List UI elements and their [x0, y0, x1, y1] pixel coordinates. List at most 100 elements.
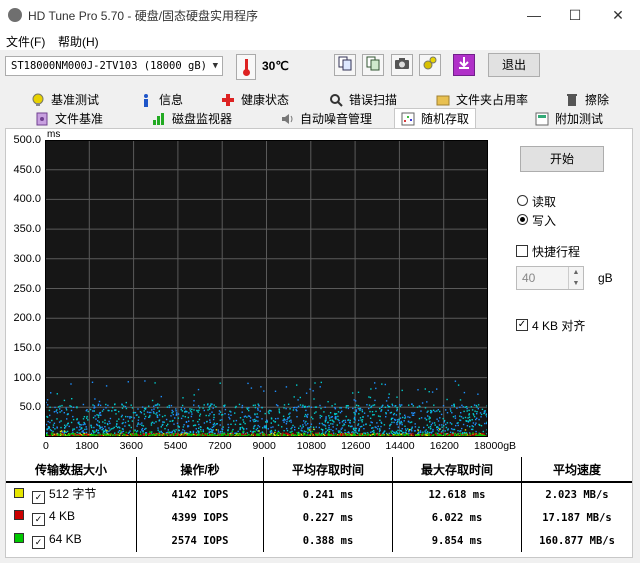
data-point	[357, 423, 360, 425]
data-point	[344, 421, 347, 423]
tab-file-benchmark[interactable]: 文件基准	[35, 110, 103, 129]
data-point	[329, 419, 331, 421]
data-point	[445, 423, 447, 426]
save-icon[interactable]	[453, 54, 475, 76]
data-point	[343, 424, 346, 426]
menu-file[interactable]: 文件(F)	[6, 33, 45, 50]
tab-extra-tests[interactable]: 附加测试	[535, 110, 603, 129]
data-point	[202, 430, 204, 433]
copy-info-icon[interactable]	[334, 54, 356, 76]
data-point	[102, 408, 105, 411]
data-point	[319, 386, 321, 388]
data-point	[170, 404, 173, 407]
data-point	[391, 421, 393, 424]
quick-stroke-checkbox[interactable]	[516, 245, 528, 257]
data-point	[419, 405, 421, 408]
data-point	[436, 426, 438, 429]
data-point	[288, 420, 291, 422]
data-point	[274, 429, 276, 431]
data-point	[194, 433, 197, 435]
data-point	[94, 398, 96, 400]
data-point	[344, 431, 346, 434]
spin-up-icon[interactable]: ▲	[568, 267, 583, 278]
copy-screenshot-icon[interactable]	[362, 54, 384, 76]
camera-icon[interactable]	[391, 54, 413, 76]
data-point	[422, 433, 424, 435]
data-point	[121, 407, 124, 409]
menu-help[interactable]: 帮助(H)	[58, 33, 99, 50]
tab-info[interactable]: 信息	[139, 91, 183, 110]
data-point	[170, 415, 172, 417]
data-point	[243, 421, 245, 423]
read-radio[interactable]	[517, 195, 528, 206]
drive-select[interactable]: ST18000NM000J-2TV103 (18000 gB) ▼	[5, 56, 223, 76]
data-point	[103, 430, 105, 432]
row-checkbox[interactable]: ✓	[32, 513, 45, 526]
data-point	[213, 404, 215, 406]
minimize-button[interactable]: —	[519, 5, 549, 25]
data-point	[180, 417, 183, 420]
row-checkbox[interactable]: ✓	[32, 491, 45, 504]
stroke-size-input[interactable]: 40 ▲ ▼	[516, 266, 584, 290]
tab-error-scan[interactable]: 错误扫描	[329, 91, 397, 110]
data-point	[103, 434, 106, 436]
disk-monitor-icon	[152, 112, 166, 126]
data-point	[121, 432, 123, 435]
data-point	[463, 410, 465, 413]
tab-benchmark[interactable]: 基准测试	[31, 91, 99, 110]
data-point	[475, 422, 477, 424]
toolbar: ST18000NM000J-2TV103 (18000 gB) ▼ 30℃ 退出	[0, 50, 640, 86]
data-point	[151, 409, 153, 411]
data-point	[221, 419, 223, 421]
data-point	[391, 404, 394, 407]
data-point	[312, 426, 315, 428]
data-point	[141, 424, 143, 426]
data-point	[234, 406, 237, 409]
start-button[interactable]: 开始	[520, 146, 604, 172]
data-point	[177, 413, 180, 415]
tab-random-access[interactable]: 随机存取	[394, 108, 477, 129]
tab-disk-monitor[interactable]: 磁盘监视器	[152, 110, 232, 129]
data-point	[277, 417, 279, 420]
data-point	[314, 433, 317, 435]
data-point	[320, 428, 323, 430]
data-point	[150, 411, 152, 414]
data-point	[332, 432, 335, 434]
row-checkbox[interactable]: ✓	[32, 536, 45, 549]
close-button[interactable]: ✕	[603, 5, 633, 25]
exit-button[interactable]: 退出	[488, 53, 540, 77]
spin-down-icon[interactable]: ▼	[568, 278, 583, 289]
data-point	[428, 416, 431, 418]
data-point	[176, 433, 179, 435]
tab-health[interactable]: 健康状态	[221, 91, 289, 110]
maximize-button[interactable]: ☐	[560, 5, 590, 25]
data-point	[454, 434, 456, 436]
data-point	[353, 421, 355, 423]
data-point	[231, 430, 233, 433]
data-point	[200, 426, 202, 428]
data-point	[457, 433, 459, 435]
data-point	[358, 429, 360, 431]
data-point	[232, 432, 234, 435]
read-label: 读取	[532, 195, 557, 209]
tab-noise-management[interactable]: 自动噪音管理	[280, 110, 372, 129]
data-point	[453, 405, 455, 408]
data-point	[399, 423, 401, 425]
data-point	[394, 434, 396, 436]
data-point	[228, 416, 230, 419]
data-point	[213, 416, 215, 419]
tab-erase[interactable]: 擦除	[565, 91, 609, 110]
data-point	[366, 404, 368, 406]
data-point	[274, 390, 277, 392]
y-tick-label: 150.0	[13, 341, 41, 354]
write-radio[interactable]	[517, 214, 528, 225]
data-point	[252, 419, 254, 421]
data-point	[137, 422, 139, 424]
settings-icon[interactable]	[419, 54, 441, 76]
data-point	[399, 405, 402, 407]
data-point	[117, 431, 120, 433]
align-4kb-checkbox[interactable]: ✓	[516, 319, 528, 331]
color-swatch	[14, 488, 24, 498]
data-point	[203, 422, 206, 424]
data-point	[352, 431, 354, 433]
